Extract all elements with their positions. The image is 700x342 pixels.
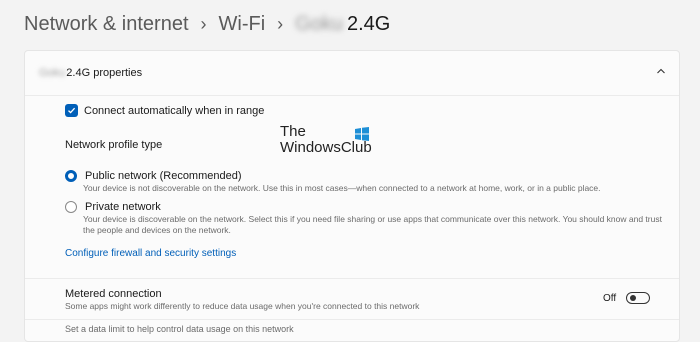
breadcrumb-network-internet[interactable]: Network & internet: [24, 10, 189, 38]
connect-auto-checkbox[interactable]: [65, 104, 78, 117]
breadcrumb-wifi[interactable]: Wi-Fi: [219, 10, 266, 38]
private-network-desc: Your device is discoverable on the netwo…: [83, 214, 662, 235]
private-network-title: Private network: [85, 201, 161, 213]
metered-toggle[interactable]: [626, 292, 650, 304]
properties-card: Goku2.4G properties Connect automaticall…: [24, 50, 680, 342]
network-suffix: 2.4G: [346, 13, 391, 35]
chevron-right-icon: ›: [200, 14, 207, 34]
private-network-option[interactable]: Private network: [65, 201, 161, 213]
divider: [25, 319, 679, 320]
chevron-up-icon[interactable]: [655, 65, 667, 77]
metered-title: Metered connection: [65, 288, 162, 300]
properties-title-text: 2.4G properties: [66, 67, 143, 79]
metered-title-row: Metered connection: [65, 288, 162, 300]
blurred-network-name: Goku: [295, 13, 343, 35]
breadcrumb-current-network: Goku 2.4G: [295, 10, 390, 38]
public-network-title: Public network (Recommended): [85, 170, 242, 182]
metered-state-label: Off: [603, 293, 617, 304]
blurred-network-name: Goku: [39, 67, 66, 79]
data-limit-text: Set a data limit to help control data us…: [65, 324, 294, 334]
divider: [25, 278, 679, 279]
public-network-option[interactable]: Public network (Recommended): [65, 170, 242, 182]
breadcrumb: Network & internet › Wi-Fi › Goku 2.4G: [24, 10, 390, 38]
checkmark-icon: [68, 107, 76, 114]
public-network-desc: Your device is not discoverable on the n…: [83, 183, 601, 193]
properties-title: Goku2.4G properties: [39, 67, 142, 79]
watermark-line2: WindowsClub: [280, 139, 372, 156]
firewall-settings-link[interactable]: Configure firewall and security settings: [65, 248, 236, 259]
profile-type-label: Network profile type: [65, 139, 163, 151]
profile-type-heading: Network profile type: [65, 139, 162, 151]
toggle-knob: [630, 295, 636, 301]
chevron-right-icon: ›: [277, 14, 284, 34]
connect-auto-row: Connect automatically when in range: [65, 104, 264, 117]
connect-auto-label: Connect automatically when in range: [84, 104, 265, 117]
watermark-logo: The WindowsClub: [280, 124, 380, 156]
private-network-radio[interactable]: [65, 201, 77, 213]
metered-desc: Some apps might work differently to redu…: [65, 301, 420, 311]
public-network-radio[interactable]: [65, 170, 77, 182]
properties-header[interactable]: Goku2.4G properties: [25, 51, 679, 96]
windows-logo-icon: [355, 127, 369, 141]
